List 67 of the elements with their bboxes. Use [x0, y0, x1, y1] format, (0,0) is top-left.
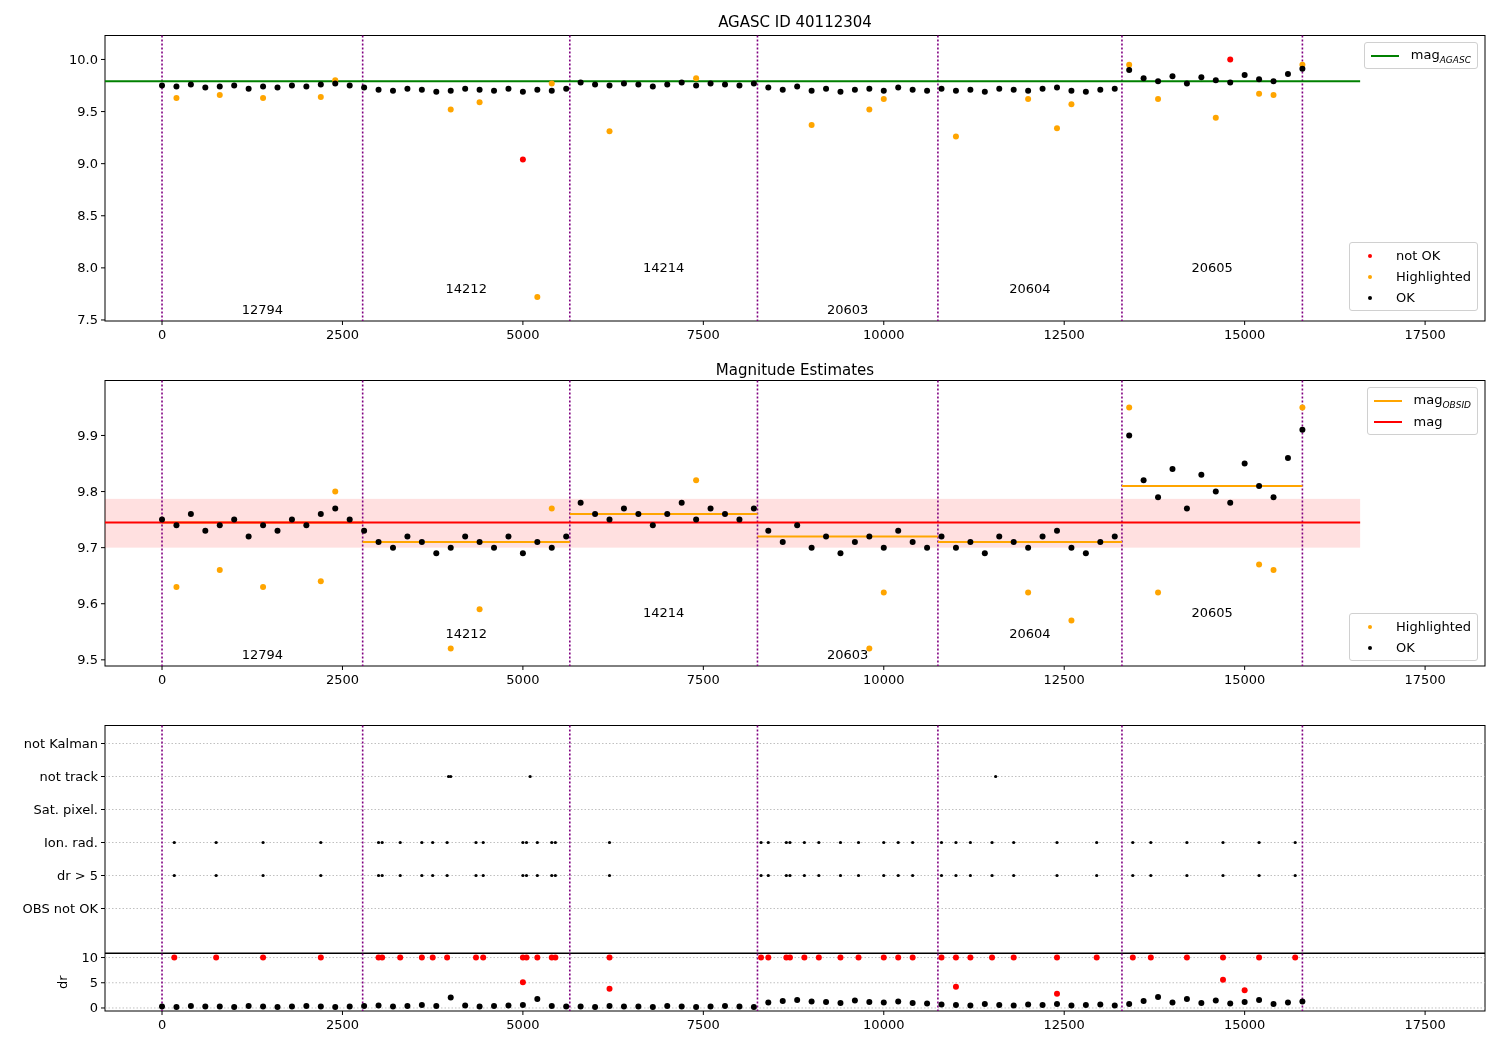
- obsid-label: 12794: [241, 646, 283, 662]
- x-tick-label: 12500: [1043, 1017, 1085, 1032]
- obsid-label: 12794: [241, 301, 283, 317]
- row-label: Ion. rad.: [44, 835, 98, 850]
- y-tick-label: 9.7: [77, 540, 98, 556]
- x-tick-label: 5000: [506, 672, 540, 687]
- row-label: dr > 5: [56, 868, 98, 883]
- obsid-label: 20603: [827, 301, 869, 317]
- x-tick-label: 10000: [863, 327, 905, 342]
- y-tick-label: 9.5: [77, 652, 98, 668]
- x-tick-label: 15000: [1224, 672, 1266, 687]
- x-tick-label: 12500: [1043, 672, 1085, 687]
- chart-title: AGASC ID 40112304: [717, 12, 873, 33]
- x-tick-label: 2500: [325, 327, 359, 342]
- x-tick-label: 7500: [686, 672, 720, 687]
- row-label: not track: [39, 769, 98, 784]
- y-tick-label: 9.9: [77, 427, 98, 443]
- legend-label: not OK: [1396, 248, 1441, 263]
- x-tick-label: 7500: [686, 327, 720, 342]
- chart-title: Magnitude Estimates: [714, 360, 876, 380]
- x-tick-label: 17500: [1404, 672, 1446, 687]
- row-label: OBS not OK: [22, 901, 98, 916]
- x-tick-label: 7500: [686, 1017, 720, 1032]
- obsid-label: 14214: [642, 259, 685, 275]
- row-label: Sat. pixel.: [33, 802, 98, 817]
- legend-label: mag: [1413, 414, 1443, 429]
- obsid-label: 20605: [1191, 604, 1233, 620]
- legend-label: mag$_{AGASC}$: [1410, 46, 1471, 65]
- x-tick-label: 5000: [506, 327, 540, 342]
- y-tick-label: 9.8: [77, 484, 98, 500]
- y-tick-label: 9.6: [77, 596, 98, 612]
- y-tick-label: 10: [81, 950, 98, 966]
- x-tick-label: 15000: [1224, 327, 1266, 342]
- y-tick-label: 7.5: [77, 312, 98, 328]
- obsid-label: 14212: [445, 280, 487, 296]
- x-tick-label: 2500: [325, 672, 359, 687]
- x-tick-label: 15000: [1224, 1017, 1266, 1032]
- y-tick-label: 8.0: [77, 260, 98, 276]
- x-tick-label: 0: [157, 327, 167, 342]
- y-tick-label: 8.5: [77, 208, 98, 224]
- y-tick-label: 10.0: [69, 51, 98, 67]
- obsid-label: 20603: [827, 646, 869, 662]
- y-tick-label: 0: [89, 1000, 98, 1016]
- legend-label: OK: [1396, 640, 1415, 655]
- obsid-label: 20604: [1009, 280, 1051, 296]
- x-tick-label: 5000: [506, 1017, 540, 1032]
- row-label: not Kalman: [23, 736, 98, 751]
- legend-label: mag$_{OBSID}$: [1413, 391, 1471, 410]
- obsid-label: 20605: [1191, 259, 1233, 275]
- y-axis-label: dr: [55, 975, 70, 990]
- y-tick-label: 5: [89, 975, 98, 991]
- x-tick-label: 0: [157, 1017, 167, 1032]
- x-tick-label: 17500: [1404, 1017, 1446, 1032]
- legend-label: Highlighted: [1396, 269, 1471, 284]
- x-tick-label: 17500: [1404, 327, 1446, 342]
- x-tick-label: 12500: [1043, 327, 1085, 342]
- obsid-label: 14212: [445, 625, 487, 641]
- x-tick-label: 10000: [863, 1017, 905, 1032]
- obsid-label: 20604: [1009, 625, 1051, 641]
- legend-label: OK: [1396, 290, 1415, 305]
- x-tick-label: 2500: [325, 1017, 359, 1032]
- x-tick-label: 10000: [863, 672, 905, 687]
- y-tick-label: 9.0: [77, 156, 98, 172]
- y-tick-label: 9.5: [77, 104, 98, 120]
- obsid-label: 14214: [642, 604, 685, 620]
- legend-label: Highlighted: [1396, 619, 1471, 634]
- x-tick-label: 0: [157, 672, 167, 687]
